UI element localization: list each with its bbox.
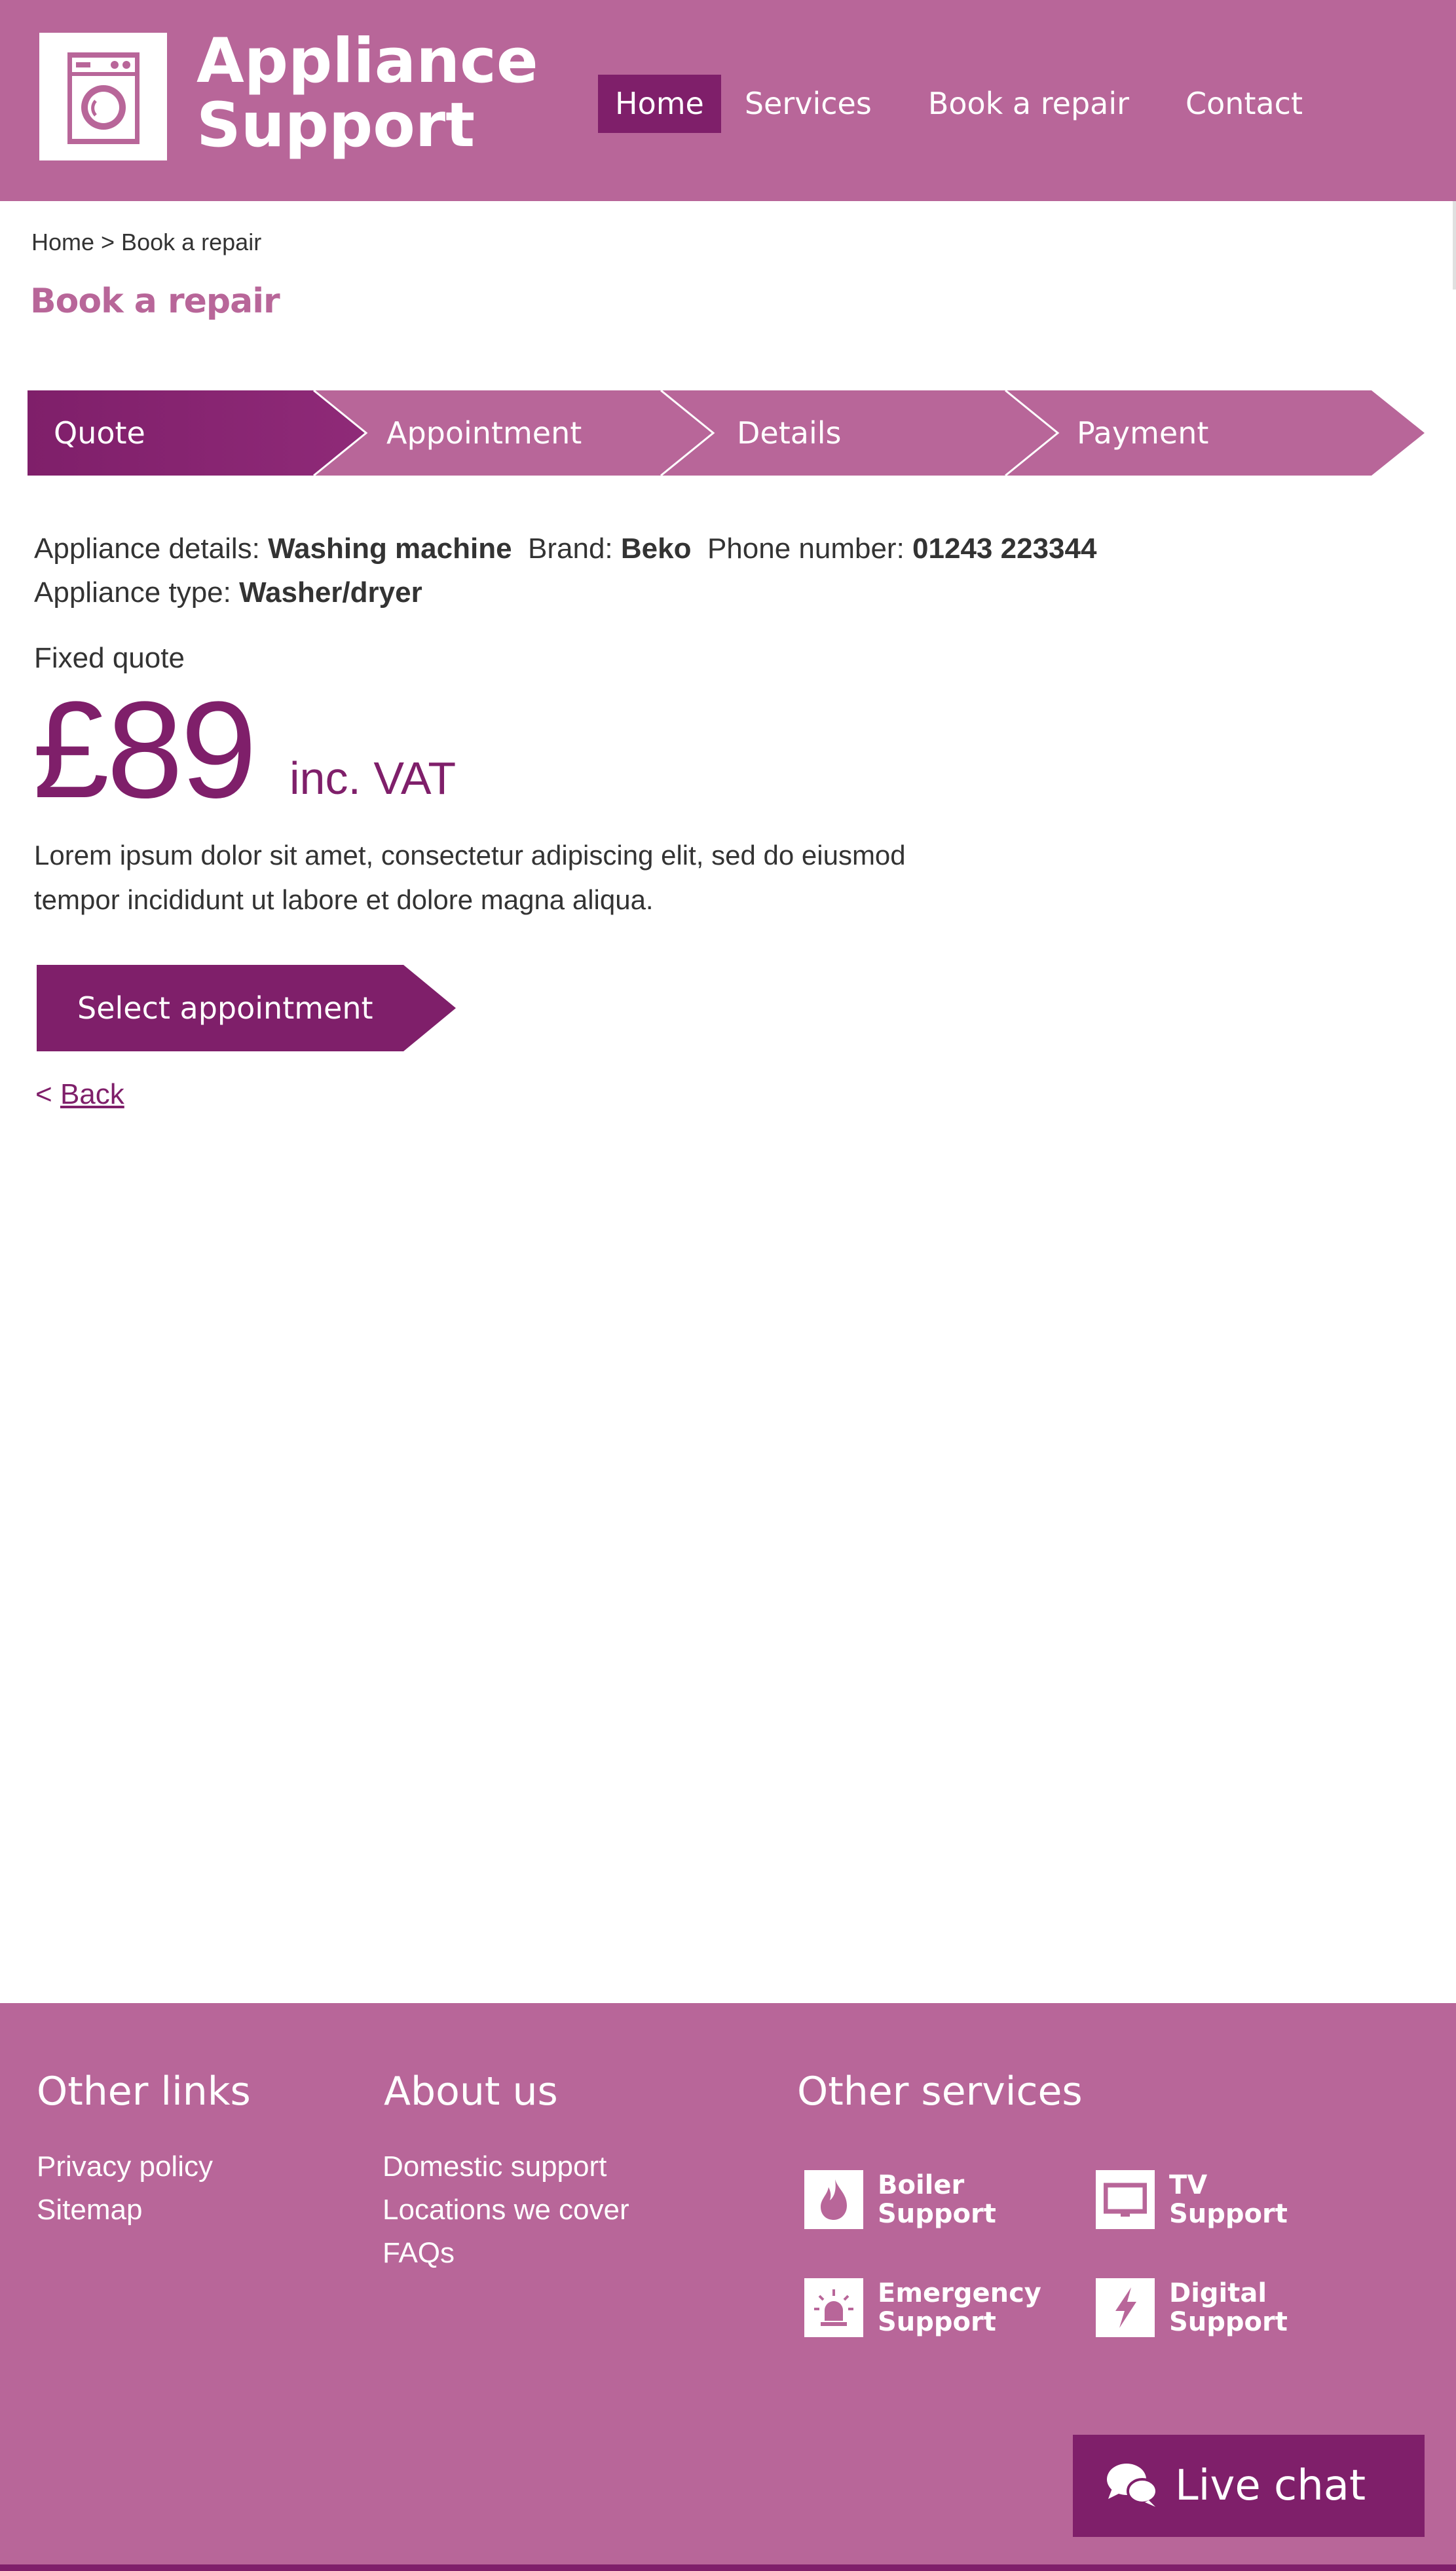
select-appointment-label: Select appointment: [77, 990, 373, 1026]
main-nav: Home Services Book a repair Contact: [598, 75, 1342, 133]
service-boiler-line2: Support: [878, 2199, 996, 2229]
brand-value: Beko: [620, 533, 692, 565]
live-chat-label: Live chat: [1175, 2462, 1366, 2510]
site-header: Appliance Support Home Services Book a r…: [0, 0, 1456, 201]
step-payment-shape: [1005, 390, 1425, 476]
about-us-heading: About us: [384, 2069, 558, 2114]
back-link[interactable]: Back: [60, 1078, 124, 1110]
service-tv-line2: Support: [1169, 2199, 1288, 2229]
select-appointment-button[interactable]: Select appointment: [37, 965, 456, 1051]
service-digital[interactable]: Digital Support: [1096, 2278, 1339, 2337]
step-details[interactable]: Details: [737, 390, 841, 476]
service-boiler-label: Boiler Support: [878, 2171, 1048, 2228]
back-prefix: <: [35, 1078, 52, 1110]
site-title[interactable]: Appliance Support: [196, 29, 538, 158]
type-value: Washer/dryer: [239, 576, 422, 609]
service-emergency-line2: Support: [878, 2307, 996, 2337]
sitemap-link[interactable]: Sitemap: [37, 2194, 142, 2226]
site-title-line2: Support: [196, 90, 476, 161]
tv-icon: [1096, 2170, 1155, 2229]
other-services-heading: Other services: [797, 2069, 1083, 2114]
steps-arrows: [28, 390, 1425, 476]
appliance-label: Appliance details:: [34, 533, 260, 565]
live-chat-button[interactable]: Live chat: [1073, 2435, 1425, 2537]
step-quote[interactable]: Quote: [54, 390, 145, 476]
page-title: Book a repair: [30, 282, 280, 321]
step-appointment[interactable]: Appointment: [386, 390, 582, 476]
appliance-type-line: Appliance type: Washer/dryer: [34, 576, 422, 609]
service-tv-label: TV Support: [1169, 2171, 1339, 2228]
quote-description: Lorem ipsum dolor sit amet, consectetur …: [34, 840, 906, 915]
step-payment[interactable]: Payment: [1077, 390, 1208, 476]
service-tv[interactable]: TV Support: [1096, 2170, 1339, 2229]
service-emergency-line1: Emergency: [878, 2278, 1041, 2308]
chat-bubbles-icon: [1106, 2461, 1158, 2511]
siren-icon: [804, 2278, 863, 2337]
other-links-heading: Other links: [37, 2069, 251, 2114]
nav-book-a-repair[interactable]: Book a repair: [911, 75, 1146, 133]
back-link-row: < Back: [35, 1078, 124, 1111]
quote-price: £89: [33, 673, 257, 827]
breadcrumb[interactable]: Home > Book a repair: [31, 229, 261, 256]
fixed-quote-heading: Fixed quote: [34, 642, 185, 674]
type-label: Appliance type:: [34, 576, 231, 609]
service-boiler[interactable]: Boiler Support: [804, 2170, 1048, 2229]
phone-label: Phone number:: [707, 533, 905, 565]
brand-label: Brand:: [528, 533, 613, 565]
scroll-indicator: [1453, 201, 1456, 290]
vat-note: inc. VAT: [289, 753, 457, 804]
appliance-details-line: Appliance details: Washing machine Brand…: [34, 533, 1096, 565]
flame-icon: [804, 2170, 863, 2229]
nav-home[interactable]: Home: [598, 75, 721, 133]
privacy-policy-link[interactable]: Privacy policy: [37, 2150, 213, 2183]
service-boiler-line1: Boiler: [878, 2170, 965, 2200]
footer-bottom-bar: [0, 2564, 1456, 2571]
appliance-value: Washing machine: [268, 533, 512, 565]
domestic-support-link[interactable]: Domestic support: [383, 2150, 607, 2183]
lightning-icon: [1096, 2278, 1155, 2337]
washing-machine-icon[interactable]: [39, 33, 167, 160]
locations-link[interactable]: Locations we cover: [383, 2194, 629, 2226]
service-digital-line1: Digital: [1169, 2278, 1267, 2308]
service-emergency-label: Emergency Support: [878, 2279, 1048, 2336]
phone-value: 01243 223344: [912, 533, 1097, 565]
site-title-line1: Appliance: [196, 26, 538, 97]
nav-contact[interactable]: Contact: [1168, 75, 1320, 133]
service-digital-line2: Support: [1169, 2307, 1288, 2337]
nav-services[interactable]: Services: [728, 75, 889, 133]
service-digital-label: Digital Support: [1169, 2279, 1339, 2336]
service-tv-line1: TV: [1169, 2170, 1208, 2200]
step-details-shape: [661, 390, 1058, 476]
booking-steps: Quote Appointment Details Payment: [28, 390, 1425, 476]
faqs-link[interactable]: FAQs: [383, 2237, 455, 2270]
service-emergency[interactable]: Emergency Support: [804, 2278, 1048, 2337]
